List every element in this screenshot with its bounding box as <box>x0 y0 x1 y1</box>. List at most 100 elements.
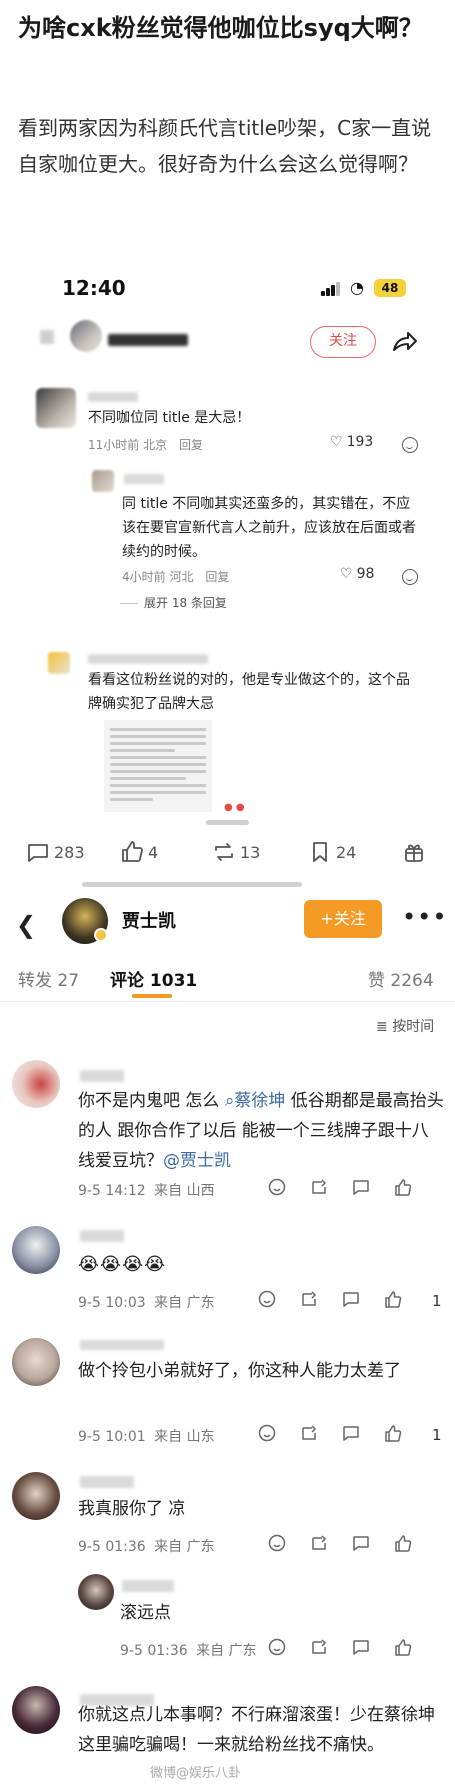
commenter-avatar[interactable] <box>48 652 70 674</box>
repost-icon[interactable] <box>300 1290 318 1308</box>
reply-avatar[interactable] <box>92 470 114 492</box>
comment-icon[interactable] <box>342 1290 360 1308</box>
commenter-name-blur <box>80 1230 124 1242</box>
thumbs-up-icon[interactable] <box>384 1290 402 1308</box>
gift-action[interactable] <box>402 840 426 864</box>
repost-action[interactable]: 13 <box>212 840 260 864</box>
reply-source: 来自 广东 <box>196 1643 257 1659</box>
follow-button[interactable]: 关注 <box>310 326 376 358</box>
comment-icon[interactable] <box>352 1638 370 1656</box>
tab-comments[interactable]: 评论 1031 <box>110 966 197 991</box>
emoji-reaction-icon[interactable] <box>268 1178 286 1196</box>
comment-like[interactable]: ♡ 193 <box>330 434 373 450</box>
post-title: 为啥cxk粉丝觉得他咖位比syq大啊？ <box>18 14 423 42</box>
comment-text: 你不是内鬼吧 怎么 ⌕蔡徐坤 低谷期都是最高抬头的人 跟你合作了以后 能被一个三… <box>78 1086 444 1176</box>
reply-avatar[interactable] <box>78 1574 114 1610</box>
comment-source: 来自 山东 <box>154 1429 215 1445</box>
repost-icon <box>215 843 233 861</box>
comment-date: 9-5 10:01 <box>78 1429 146 1445</box>
sort-toggle[interactable]: ≣ 按时间 <box>376 1016 434 1036</box>
comment-meta: 9-5 10:03 来自 广东 <box>78 1292 215 1312</box>
comment-meta: 9-5 14:12 来自 山西 <box>78 1180 215 1200</box>
commenter-avatar[interactable] <box>12 1060 60 1108</box>
comment-date: 9-5 01:36 <box>78 1539 146 1555</box>
emoji-reaction-icon[interactable] <box>268 1638 286 1656</box>
comment-text: 看看这位粉丝说的对的，他是专业做这个的，这个品牌确实犯了品牌大忌 <box>88 672 410 712</box>
sort-label[interactable]: 按时间 <box>392 1019 434 1035</box>
like-count: 4 <box>148 842 159 862</box>
reply-time: 4小时前 <box>122 570 166 584</box>
comment-source: 来自 广东 <box>154 1295 215 1311</box>
sort-icon: ≣ <box>376 1019 388 1035</box>
emoji-reaction-icon[interactable] <box>402 437 418 453</box>
commenter-name-blur <box>80 1476 134 1488</box>
mention-name[interactable]: 蔡徐坤 <box>234 1091 285 1111</box>
back-arrow-icon[interactable]: ❮ <box>16 911 36 939</box>
comment-icon[interactable] <box>342 1424 360 1442</box>
collect-count: 24 <box>336 842 357 862</box>
emoji-reaction-icon[interactable] <box>258 1290 276 1308</box>
more-options-icon[interactable]: ••• <box>402 903 447 931</box>
thumbs-up-icon[interactable] <box>394 1638 412 1656</box>
search-mention[interactable]: ⌕蔡徐坤 <box>225 1091 286 1111</box>
commenter-avatar[interactable] <box>12 1338 60 1386</box>
user-mention[interactable]: @贾士凯 <box>163 1151 231 1171</box>
commenter-avatar[interactable] <box>12 1686 60 1734</box>
tab-repost[interactable]: 转发 27 <box>18 966 79 991</box>
repost-icon[interactable] <box>310 1638 328 1656</box>
reply-text: 滚远点 <box>120 1603 171 1623</box>
post-body: 看到两家因为科颜氏代言title吵架，C家一直说自家咖位更大。很好奇为什么会这么… <box>18 116 432 176</box>
verified-badge-icon <box>94 928 108 942</box>
comment-action[interactable]: 283 <box>26 840 85 864</box>
reply-button[interactable]: 回复 <box>205 570 229 584</box>
battery-indicator: 48 <box>374 279 406 297</box>
expand-replies[interactable]: 展开 18 条回复 <box>120 594 227 611</box>
repost-icon[interactable] <box>300 1424 318 1442</box>
emoji-reaction-icon[interactable] <box>258 1424 276 1442</box>
action-bar: 283 4 13 24 <box>0 830 455 880</box>
comment-time: 11小时前 <box>88 438 140 452</box>
reply-meta: 4小时前 河北 回复 <box>122 568 229 585</box>
like-count: 193 <box>346 434 374 450</box>
comment-source: 来自 广东 <box>154 1539 215 1555</box>
commenter-avatar[interactable] <box>12 1472 60 1520</box>
comment-count: 283 <box>54 842 85 862</box>
wifi-icon: ◔ <box>350 278 364 297</box>
thumbs-up-icon[interactable] <box>394 1534 412 1552</box>
author-avatar-blur <box>40 330 54 344</box>
thumbs-up-icon[interactable] <box>394 1178 412 1196</box>
author-avatar[interactable] <box>70 320 102 352</box>
emoji-reaction-icon[interactable] <box>402 569 418 585</box>
commenter-name-blur <box>80 1070 124 1082</box>
comment-text: 我真服你了 凉 <box>78 1499 186 1519</box>
expand-replies-label[interactable]: 展开 18 条回复 <box>144 596 227 610</box>
share-icon[interactable] <box>390 328 418 356</box>
sheet-handle[interactable] <box>206 820 249 825</box>
reply-button[interactable]: 回复 <box>179 438 203 452</box>
profile-name[interactable]: 贾士凯 <box>122 907 176 933</box>
weibo-tabs: 转发 27 评论 1031 赞 2264 <box>0 952 455 1002</box>
reply-date: 9-5 01:36 <box>120 1643 188 1659</box>
emoji-reaction-icon[interactable] <box>268 1534 286 1552</box>
reply-like[interactable]: ♡ 98 <box>340 566 374 582</box>
comment-image[interactable] <box>104 720 212 812</box>
weibo-nav-bar: ❮ 贾士凯 +关注 ••• <box>0 895 455 951</box>
comment-meta: 9-5 10:01 来自 山东 <box>78 1426 215 1446</box>
tab-likes[interactable]: 赞 2264 <box>368 966 434 991</box>
follow-button[interactable]: +关注 <box>304 900 382 938</box>
comment-icon[interactable] <box>352 1534 370 1552</box>
commenter-avatar[interactable] <box>36 388 76 428</box>
like-action[interactable]: 4 <box>120 840 158 864</box>
collect-action[interactable]: 24 <box>308 840 356 864</box>
comment-icon[interactable] <box>352 1178 370 1196</box>
repost-icon[interactable] <box>310 1178 328 1196</box>
comment-meta: 9-5 01:36 来自 广东 <box>78 1536 215 1556</box>
commenter-avatar[interactable] <box>12 1226 60 1274</box>
comment-text-part: 你不是内鬼吧 怎么 <box>78 1091 225 1111</box>
thumbs-up-icon[interactable] <box>384 1424 402 1442</box>
comment-source: 来自 山西 <box>154 1183 215 1199</box>
repost-icon[interactable] <box>310 1534 328 1552</box>
status-time: 12:40 <box>62 276 126 300</box>
comment-icon <box>28 844 48 862</box>
like-count: 1 <box>432 1292 442 1310</box>
